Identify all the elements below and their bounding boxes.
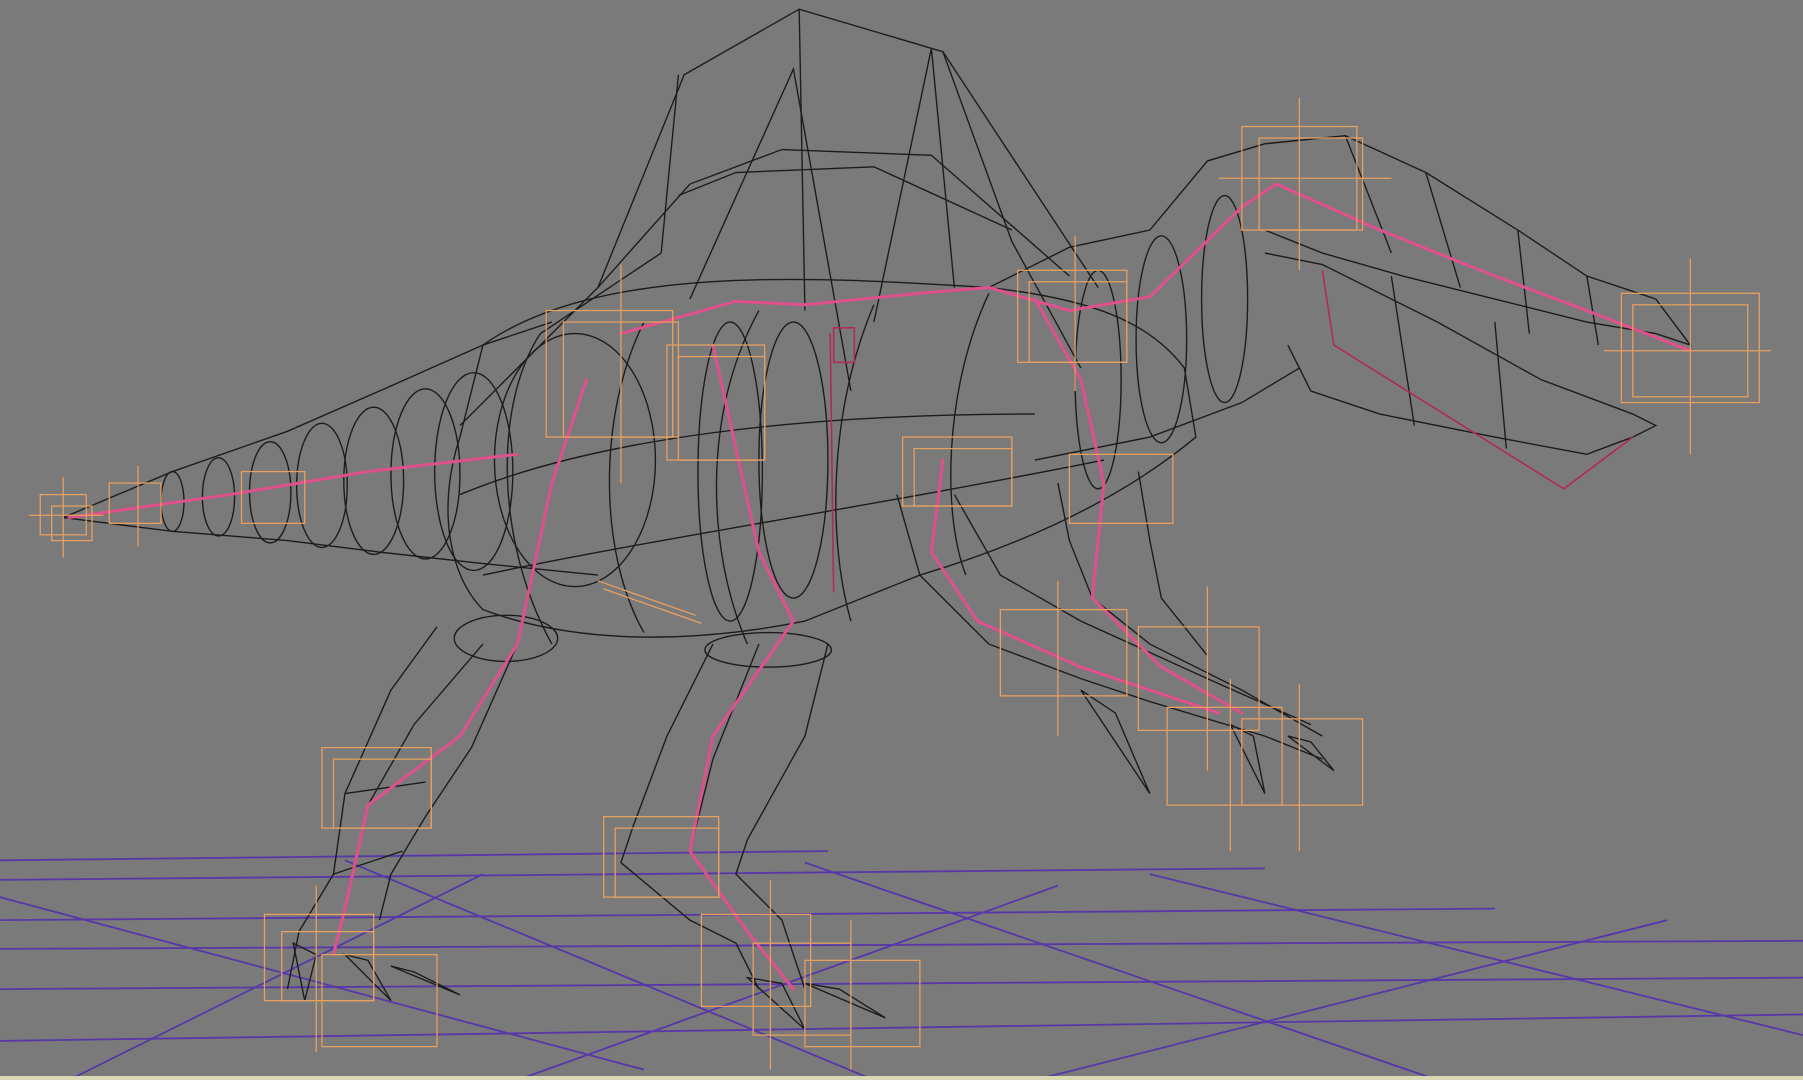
hind-leg-ring: [704, 631, 833, 668]
neck-upper: [988, 143, 1266, 289]
handle-link: [597, 580, 696, 616]
grid-line: [0, 850, 828, 862]
ground-grid: [0, 850, 1803, 1080]
claw: [390, 965, 461, 996]
bone-pelvis: [832, 326, 856, 364]
tail-ring: [343, 406, 405, 556]
bone-hind-right: [688, 619, 795, 991]
handle-hand-right: [1137, 586, 1260, 771]
handle-link: [603, 588, 702, 624]
tail-lower: [63, 516, 599, 576]
head-slice: [1425, 172, 1461, 288]
wireframe-scene: [0, 8, 1803, 1080]
handle-knee-left: [321, 746, 432, 829]
bone-tail: [67, 452, 519, 520]
bone-jaw: [1321, 270, 1634, 490]
bone-belly: [711, 343, 795, 623]
belly-panel: [758, 321, 829, 599]
claw: [1080, 689, 1151, 794]
head-slice: [1390, 275, 1416, 426]
grid-line: [68, 873, 484, 1080]
sail-ridge: [798, 9, 806, 311]
head-upper: [1207, 135, 1693, 347]
grid-line: [0, 1013, 1803, 1042]
armature-bones-dark: [829, 270, 1634, 593]
claw: [1287, 735, 1335, 772]
head-slice: [1494, 321, 1508, 449]
tail-ring: [248, 440, 292, 544]
head-slice: [1517, 229, 1531, 334]
neck-ring: [1200, 194, 1249, 404]
grid-line: [804, 861, 1438, 1080]
viewport-footer-bar: [0, 1076, 1803, 1080]
hind-leg-right: [735, 643, 829, 990]
handle-snout: [1604, 258, 1771, 455]
torso-ring: [608, 321, 645, 633]
tail-ring: [433, 371, 514, 572]
armature-bones: [67, 182, 1692, 991]
sail-ridge: [942, 51, 1082, 369]
torso-ring: [482, 459, 1105, 576]
torso-ring: [506, 333, 553, 645]
torso-section: [493, 332, 657, 588]
claw: [342, 953, 392, 1002]
handle-knee-right: [603, 815, 720, 898]
bone-pelvis: [829, 333, 835, 593]
torso-ring: [715, 310, 760, 645]
handle-chest: [902, 436, 1013, 507]
handle-tail-base: [240, 470, 306, 524]
belly-panel: [697, 321, 764, 622]
3d-viewport[interactable]: [0, 0, 1803, 1080]
tail-upper: [62, 321, 553, 519]
sail-ridge: [678, 166, 1013, 231]
grid-line: [0, 867, 1265, 881]
grid-line: [1149, 873, 1803, 1037]
torso-ring: [950, 292, 990, 576]
claw: [804, 982, 886, 1019]
claw: [745, 976, 806, 1030]
handle-foot-right: [700, 879, 921, 1070]
hind-leg-ring: [453, 614, 559, 663]
bone-spine: [619, 182, 1278, 336]
handle-hip: [545, 264, 680, 484]
claw: [292, 941, 318, 1001]
hind-leg-right: [689, 643, 760, 852]
